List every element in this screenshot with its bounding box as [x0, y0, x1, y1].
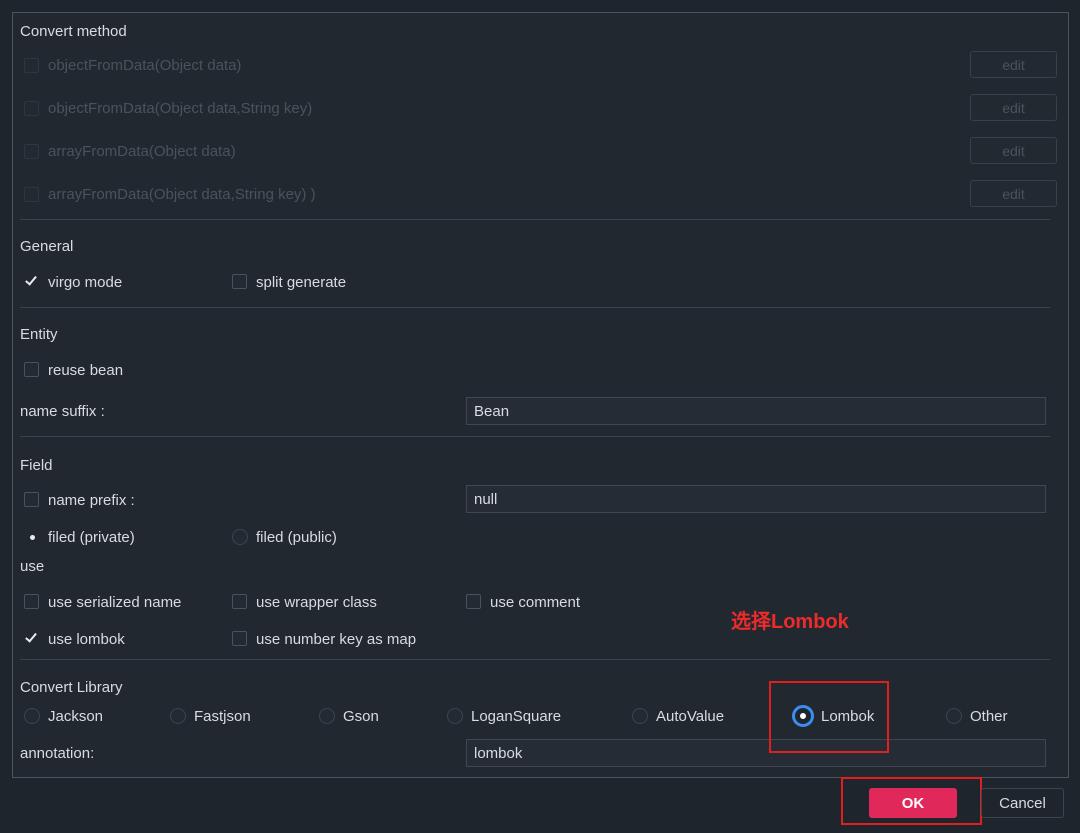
use-section-label: use: [20, 558, 45, 575]
autovalue-label: AutoValue: [656, 708, 725, 725]
annotation-input[interactable]: lombok: [466, 739, 1046, 767]
edit-button-3[interactable]: edit: [970, 137, 1057, 164]
annotation-label: annotation:: [20, 745, 95, 762]
lombok-highlight-box: [769, 681, 889, 753]
section-title-convert-library: Convert Library: [20, 679, 123, 696]
radio-gson[interactable]: [319, 708, 335, 724]
section-title-field: Field: [20, 457, 53, 474]
checkbox-use-lombok[interactable]: [24, 631, 39, 646]
checkbox-array-from-data-key[interactable]: [24, 187, 39, 202]
radio-logansquare[interactable]: [447, 708, 463, 724]
method-label-4: arrayFromData(Object data,String key) ): [48, 186, 316, 203]
annotation-note: 选择Lombok: [731, 611, 849, 633]
name-suffix-input[interactable]: Bean: [466, 397, 1046, 425]
checkbox-reuse-bean[interactable]: [24, 362, 39, 377]
edit-button-1[interactable]: edit: [970, 51, 1057, 78]
logansquare-label: LoganSquare: [471, 708, 562, 725]
settings-panel: Convert method objectFromData(Object dat…: [12, 12, 1069, 778]
method-label-1: objectFromData(Object data): [48, 57, 242, 74]
split-generate-label: split generate: [256, 274, 347, 291]
fastjson-label: Fastjson: [194, 708, 251, 725]
use-lombok-label: use lombok: [48, 631, 125, 648]
section-title-entity: Entity: [20, 326, 58, 343]
radio-autovalue[interactable]: [632, 708, 648, 724]
radio-filed-private[interactable]: [24, 529, 40, 545]
cancel-button[interactable]: Cancel: [981, 788, 1064, 818]
use-serialized-name-label: use serialized name: [48, 594, 182, 611]
use-number-key-as-map-label: use number key as map: [256, 631, 417, 648]
divider: [20, 436, 1050, 437]
virgo-mode-label: virgo mode: [48, 274, 123, 291]
ok-button[interactable]: OK: [869, 788, 957, 818]
reuse-bean-label: reuse bean: [48, 362, 124, 379]
radio-jackson[interactable]: [24, 708, 40, 724]
checkbox-object-from-data[interactable]: [24, 58, 39, 73]
checkbox-use-wrapper-class[interactable]: [232, 594, 247, 609]
method-label-3: arrayFromData(Object data): [48, 143, 236, 160]
use-comment-label: use comment: [490, 594, 581, 611]
other-label: Other: [970, 708, 1008, 725]
checkbox-use-comment[interactable]: [466, 594, 481, 609]
radio-filed-public[interactable]: [232, 529, 248, 545]
section-title-general: General: [20, 238, 74, 255]
gson-label: Gson: [343, 708, 379, 725]
name-prefix-label: name prefix :: [48, 492, 135, 509]
divider: [20, 307, 1050, 308]
checkbox-object-from-data-key[interactable]: [24, 101, 39, 116]
checkbox-split-generate[interactable]: [232, 274, 247, 289]
jackson-label: Jackson: [48, 708, 104, 725]
filed-private-label: filed (private): [48, 529, 135, 546]
name-suffix-label: name suffix :: [20, 403, 105, 420]
use-wrapper-class-label: use wrapper class: [256, 594, 377, 611]
section-title-convert-method: Convert method: [20, 23, 127, 40]
edit-button-4[interactable]: edit: [970, 180, 1057, 207]
divider: [20, 219, 1050, 220]
checkbox-name-prefix[interactable]: [24, 492, 39, 507]
checkbox-use-serialized-name[interactable]: [24, 594, 39, 609]
checkbox-use-number-key-as-map[interactable]: [232, 631, 247, 646]
filed-public-label: filed (public): [256, 529, 337, 546]
radio-fastjson[interactable]: [170, 708, 186, 724]
method-label-2: objectFromData(Object data,String key): [48, 100, 313, 117]
radio-other[interactable]: [946, 708, 962, 724]
name-prefix-input[interactable]: null: [466, 485, 1046, 513]
divider: [20, 659, 1050, 660]
checkbox-array-from-data[interactable]: [24, 144, 39, 159]
edit-button-2[interactable]: edit: [970, 94, 1057, 121]
checkbox-virgo-mode[interactable]: [24, 274, 39, 289]
